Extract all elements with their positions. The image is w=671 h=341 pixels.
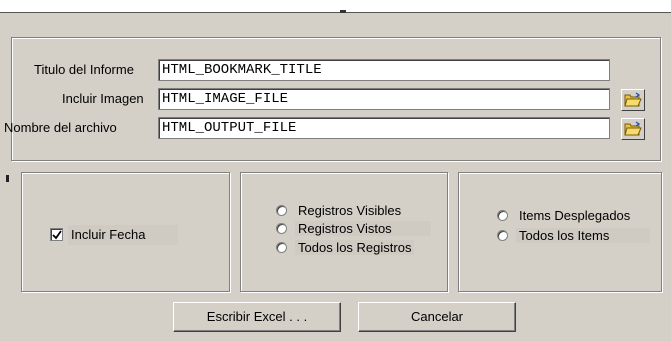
output-file-input[interactable]: HTML_OUTPUT_FILE [158, 117, 610, 139]
report-title-input[interactable]: HTML_BOOKMARK_TITLE [158, 59, 610, 81]
radio-label: Registros Visibles [298, 203, 402, 218]
cancel-button[interactable]: Cancelar [358, 302, 516, 332]
browse-output-button[interactable] [621, 118, 645, 140]
radio-all-records[interactable]: Todos los Registros [276, 240, 415, 255]
radio-label: Registros Vistos [295, 221, 431, 236]
left-edge-mark [6, 175, 9, 182]
report-title-label: Titulo del Informe [34, 62, 134, 77]
include-image-label: Incluir Imagen [62, 91, 144, 106]
window-top-edge [0, 0, 671, 13]
output-file-label: Nombre del archivo [4, 120, 117, 135]
top-notch [340, 10, 346, 13]
radio-button[interactable] [497, 210, 508, 221]
radio-all-items[interactable]: Todos los Items [497, 228, 650, 243]
checkmark-icon [52, 230, 62, 240]
radio-label: Todos los Registros [295, 240, 415, 255]
image-file-input[interactable]: HTML_IMAGE_FILE [158, 88, 610, 110]
radio-button[interactable] [497, 230, 508, 241]
radio-button[interactable] [276, 242, 287, 253]
radio-label: Todos los Items [516, 228, 650, 243]
radio-visible-records[interactable]: Registros Visibles [276, 203, 404, 218]
browse-image-button[interactable] [621, 89, 645, 111]
radio-label: Items Desplegados [519, 208, 631, 223]
radio-viewed-records[interactable]: Registros Vistos [276, 221, 431, 236]
folder-open-icon [624, 92, 642, 107]
include-date-label: Incluir Fecha [68, 225, 178, 245]
radio-button[interactable] [276, 223, 287, 234]
write-excel-button[interactable]: Escribir Excel . . . [173, 302, 341, 332]
radio-button[interactable] [276, 205, 287, 216]
radio-expanded-items[interactable]: Items Desplegados [497, 208, 633, 223]
include-date-checkbox[interactable] [50, 228, 63, 241]
folder-open-icon [624, 121, 642, 136]
